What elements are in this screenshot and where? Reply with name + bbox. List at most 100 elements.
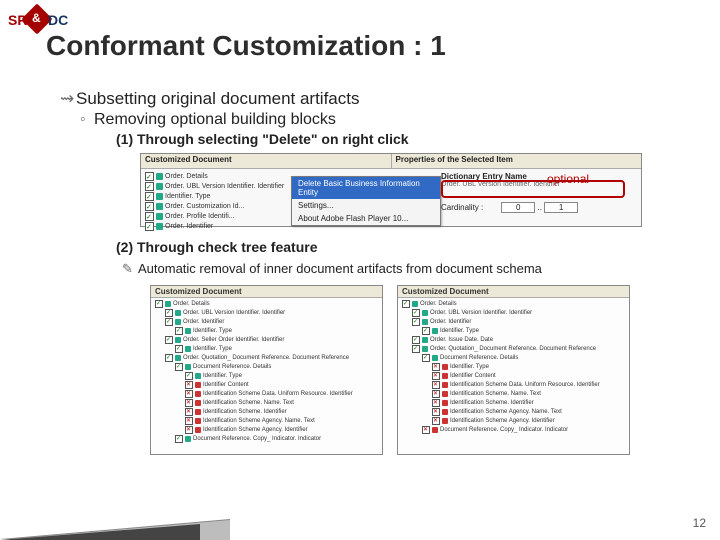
tree-row[interactable]: Identifier. Type xyxy=(155,372,380,380)
tree-row[interactable]: Document Reference. Copy_ Indicator. Ind… xyxy=(402,426,627,434)
tree-row[interactable]: Order. UBL Version Identifier. Identifie… xyxy=(402,309,627,317)
checkbox-checked-icon[interactable] xyxy=(422,327,430,335)
checkbox-unchecked-icon[interactable] xyxy=(185,390,193,398)
tree-row[interactable]: Identification Scheme Agency. Identifier xyxy=(402,417,627,425)
tree-row[interactable]: Identifier. Type xyxy=(155,345,380,353)
tree-row[interactable]: Identification Scheme Agency. Name. Text xyxy=(155,417,380,425)
tree-row[interactable]: Identifier. Type xyxy=(402,327,627,335)
fig1-header: Customized Document Properties of the Se… xyxy=(141,154,641,169)
tree-row[interactable]: Order. Identifier xyxy=(145,222,295,231)
node-icon xyxy=(195,427,201,433)
node-label: Order. Identifier xyxy=(165,222,213,231)
context-menu-item-delete[interactable]: Delete Basic Business Information Entity xyxy=(292,177,440,199)
checkbox-unchecked-icon[interactable] xyxy=(422,426,430,434)
node-icon xyxy=(442,400,448,406)
checkbox-checked-icon[interactable] xyxy=(165,318,173,326)
tree-row[interactable]: Identification Scheme Agency. Identifier xyxy=(155,426,380,434)
checkbox-checked-icon[interactable] xyxy=(412,309,420,317)
checkbox-checked-icon[interactable] xyxy=(175,345,183,353)
tree-row[interactable]: Identifier. Type xyxy=(402,363,627,371)
context-menu-item-about[interactable]: About Adobe Flash Player 10... xyxy=(292,212,440,225)
checkbox-icon[interactable] xyxy=(145,222,154,231)
checkbox-checked-icon[interactable] xyxy=(412,336,420,344)
checkbox-unchecked-icon[interactable] xyxy=(432,381,440,389)
tree-row[interactable]: Order. UBL Version Identifier. Identifie… xyxy=(145,182,295,191)
node-label: Order. Customization Id... xyxy=(165,202,244,211)
checkbox-checked-icon[interactable] xyxy=(185,372,193,380)
checkbox-unchecked-icon[interactable] xyxy=(432,363,440,371)
fig2-left-panel: Customized Document Order. DetailsOrder.… xyxy=(150,285,383,455)
tree-row[interactable]: Order. Quotation_ Document Reference. Do… xyxy=(402,345,627,353)
checkbox-icon[interactable] xyxy=(145,172,154,181)
checkbox-unchecked-icon[interactable] xyxy=(432,417,440,425)
tree-row[interactable]: Identification Scheme. Identifier xyxy=(402,399,627,407)
node-icon xyxy=(156,183,163,190)
checkbox-unchecked-icon[interactable] xyxy=(432,390,440,398)
tree-row[interactable]: Identification Scheme Data. Uniform Reso… xyxy=(402,381,627,389)
checkbox-icon[interactable] xyxy=(145,202,154,211)
node-label: Identification Scheme. Name. Text xyxy=(203,399,294,407)
logo-right: DC xyxy=(48,13,68,27)
node-icon xyxy=(195,382,201,388)
node-icon xyxy=(156,173,163,180)
node-icon xyxy=(412,301,418,307)
node-icon xyxy=(156,193,163,200)
fig2-right-tree: Order. DetailsOrder. UBL Version Identif… xyxy=(398,298,629,437)
node-label: Identifier Content xyxy=(203,381,249,389)
tree-row[interactable]: Document Reference. Details xyxy=(155,363,380,371)
tree-row[interactable]: Identification Scheme. Identifier xyxy=(155,408,380,416)
checkbox-checked-icon[interactable] xyxy=(412,345,420,353)
checkbox-checked-icon[interactable] xyxy=(175,435,183,443)
tree-row[interactable]: Order. Seller Order Identifier. Identifi… xyxy=(155,336,380,344)
checkbox-unchecked-icon[interactable] xyxy=(432,399,440,407)
tree-row[interactable]: Order. Profile Identifi... xyxy=(145,212,295,221)
checkbox-unchecked-icon[interactable] xyxy=(185,417,193,425)
checkbox-checked-icon[interactable] xyxy=(422,354,430,362)
checkbox-checked-icon[interactable] xyxy=(165,336,173,344)
tree-row[interactable]: Identifier Content xyxy=(402,372,627,380)
tree-row[interactable]: Identifier. Type xyxy=(145,192,295,201)
checkbox-unchecked-icon[interactable] xyxy=(185,399,193,407)
tree-row[interactable]: Order. Quotation_ Document Reference. Do… xyxy=(155,354,380,362)
checkbox-unchecked-icon[interactable] xyxy=(432,408,440,416)
checkbox-unchecked-icon[interactable] xyxy=(185,381,193,389)
checkbox-unchecked-icon[interactable] xyxy=(185,426,193,434)
node-icon xyxy=(442,364,448,370)
tree-row[interactable]: Identification Scheme Agency. Name. Text xyxy=(402,408,627,416)
checkbox-checked-icon[interactable] xyxy=(155,300,163,308)
tree-row[interactable]: Identification Scheme. Name. Text xyxy=(402,390,627,398)
tree-row[interactable]: Order. UBL Version Identifier. Identifie… xyxy=(155,309,380,317)
tree-row[interactable]: Identification Scheme. Name. Text xyxy=(155,399,380,407)
node-label: Order. Details xyxy=(420,300,457,308)
checkbox-icon[interactable] xyxy=(145,212,154,221)
node-label: Identifier. Type xyxy=(165,192,210,201)
tree-row[interactable]: Document Reference. Copy_ Indicator. Ind… xyxy=(155,435,380,443)
node-label: Identifier. Type xyxy=(203,372,242,380)
tree-row[interactable]: Order. Issue Date. Date xyxy=(402,336,627,344)
checkbox-unchecked-icon[interactable] xyxy=(432,372,440,380)
tree-row[interactable]: Identifier. Type xyxy=(155,327,380,335)
fig2-right-panel: Customized Document Order. DetailsOrder.… xyxy=(397,285,630,455)
tree-row[interactable]: Identification Scheme Data. Uniform Reso… xyxy=(155,390,380,398)
checkbox-icon[interactable] xyxy=(145,192,154,201)
node-icon xyxy=(195,391,201,397)
tree-row[interactable]: Order. Customization Id... xyxy=(145,202,295,211)
checkbox-checked-icon[interactable] xyxy=(175,363,183,371)
tree-row[interactable]: Order. Details xyxy=(145,172,295,181)
checkbox-checked-icon[interactable] xyxy=(175,327,183,335)
tree-row[interactable]: Order. Details xyxy=(402,300,627,308)
checkbox-unchecked-icon[interactable] xyxy=(185,408,193,416)
tree-row[interactable]: Order. Identifier xyxy=(155,318,380,326)
checkbox-checked-icon[interactable] xyxy=(412,318,420,326)
tree-row[interactable]: Identifier Content xyxy=(155,381,380,389)
checkbox-checked-icon[interactable] xyxy=(165,309,173,317)
fig2-right-panel-title: Customized Document xyxy=(398,286,629,298)
tree-row[interactable]: Order. Identifier xyxy=(402,318,627,326)
context-menu[interactable]: Delete Basic Business Information Entity… xyxy=(291,176,441,226)
checkbox-checked-icon[interactable] xyxy=(402,300,410,308)
checkbox-icon[interactable] xyxy=(145,182,154,191)
context-menu-item-settings[interactable]: Settings... xyxy=(292,199,440,212)
checkbox-checked-icon[interactable] xyxy=(165,354,173,362)
tree-row[interactable]: Document Reference. Details xyxy=(402,354,627,362)
tree-row[interactable]: Order. Details xyxy=(155,300,380,308)
